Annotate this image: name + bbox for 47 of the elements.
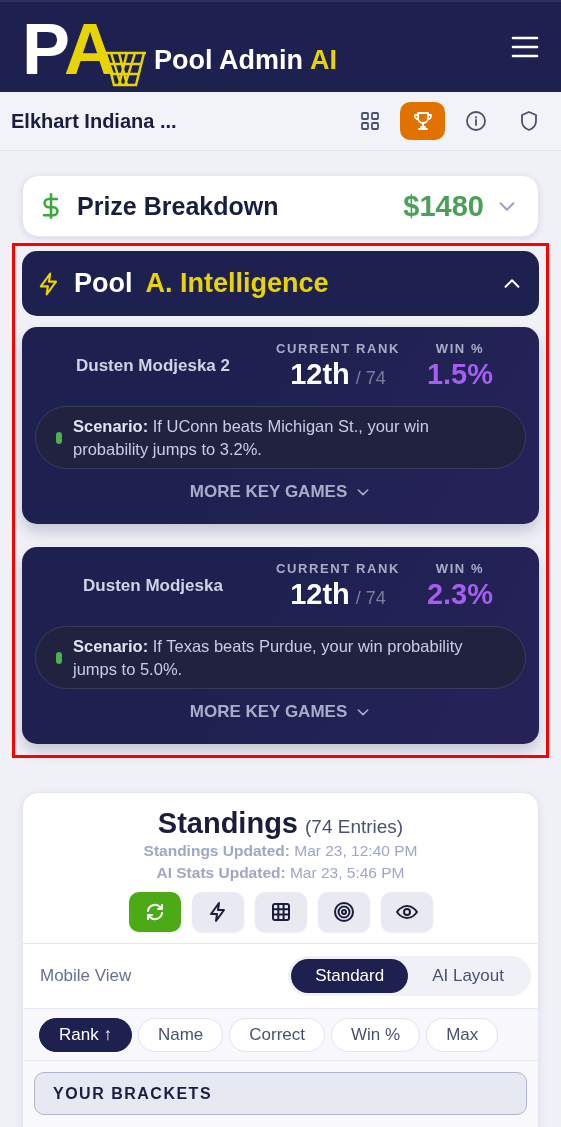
info-icon: [463, 109, 488, 133]
brand-name: Pool Admin AI: [154, 45, 338, 76]
mobile-view-label: Mobile View: [40, 966, 132, 986]
stat-label: WIN %: [435, 341, 485, 356]
rank-total: / 74: [355, 588, 386, 609]
panel-title: Prize Breakdown: [77, 191, 279, 221]
more-key-games-button[interactable]: MORE KEY GAMES: [189, 702, 372, 722]
stat-label: CURRENT RANK: [276, 561, 400, 576]
tool-button[interactable]: [254, 892, 307, 932]
tool-button[interactable]: [380, 892, 433, 932]
rank-total: / 74: [355, 368, 386, 389]
logo-letter: P: [22, 17, 65, 82]
more-key-games-button[interactable]: MORE KEY GAMES: [189, 482, 372, 502]
prize-amount: $1480: [403, 189, 484, 223]
entry-count: (74 Entries): [305, 816, 404, 838]
pool-name: Elkhart Indiana ...: [11, 109, 177, 133]
menu-icon[interactable]: [511, 35, 539, 59]
group-header: YOUR BRACKETS: [34, 1072, 527, 1115]
stat-label: WIN %: [435, 561, 485, 576]
sort-chip[interactable]: Win %: [331, 1018, 421, 1052]
rank-value: 12th: [290, 358, 350, 391]
scenario-text: Scenario: If Texas beats Purdue, your win probability jumps to 5.0%.: [73, 635, 464, 680]
sort-chip[interactable]: Max: [426, 1018, 499, 1052]
view-option[interactable]: Standard: [291, 959, 409, 993]
win-percentage: 2.3%: [426, 578, 494, 611]
tool-button[interactable]: [191, 892, 244, 932]
entry-name: Dusten Modjeska 2: [75, 356, 231, 376]
prize-breakdown-panel[interactable]: Prize Breakdown $1480: [22, 175, 539, 237]
view-option[interactable]: AI Layout: [408, 959, 528, 993]
standings-title: Standings: [157, 807, 298, 840]
sort-chip[interactable]: Name: [137, 1018, 224, 1052]
panel-title: Pool: [74, 268, 133, 299]
target-icon: [331, 900, 356, 924]
tool-button[interactable]: [317, 892, 370, 932]
panel-title-accent: A. Intelligence: [145, 268, 329, 299]
win-percentage: 1.5%: [426, 358, 494, 391]
rank-value: 12th: [290, 578, 350, 611]
stat-label: CURRENT RANK: [276, 341, 400, 356]
scenario-text: Scenario: If UConn beats Michigan St., your win probability jumps to 3.2%.: [73, 415, 430, 460]
update-time: Standings Updated: Mar 23, 12:40 PM: [143, 841, 418, 861]
intelligence-header[interactable]: Pool A. Intelligence: [22, 251, 539, 316]
logo-letter: A: [64, 17, 111, 82]
view-button[interactable]: [400, 102, 445, 140]
entry-name: Dusten Modjeska: [82, 576, 224, 596]
sort-chip[interactable]: Correct: [229, 1018, 325, 1052]
sort-chip[interactable]: Rank ↑: [39, 1018, 132, 1052]
update-time: AI Stats Updated: Mar 23, 5:46 PM: [156, 863, 405, 883]
